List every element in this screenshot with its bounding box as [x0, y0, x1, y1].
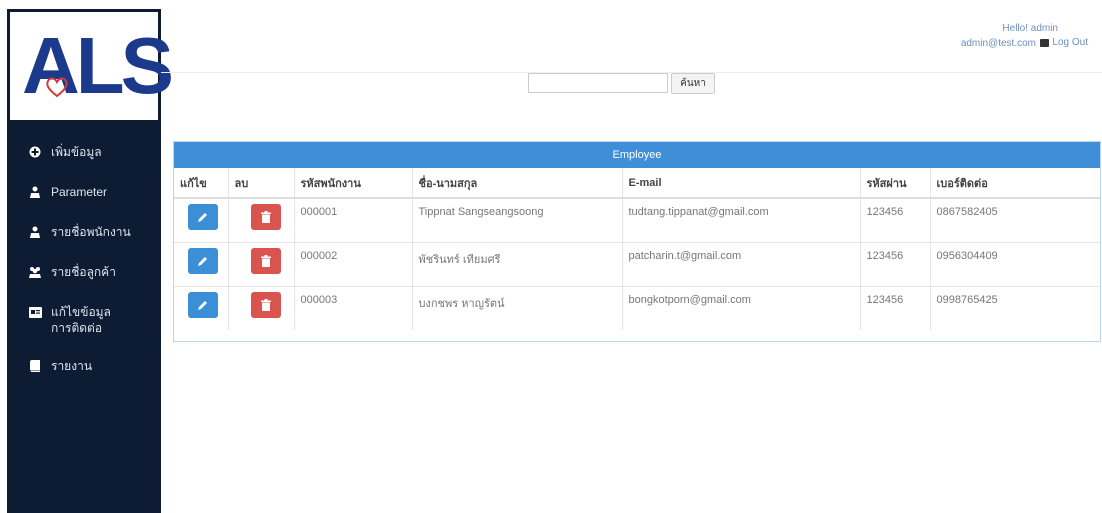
column-header-email: E-mail	[622, 168, 861, 199]
sidebar: ALS เพิ่มข้อมูล Parameter รายชื่อพนักงาน	[7, 9, 174, 513]
password-cell: 123456	[860, 197, 931, 242]
delete-cell	[228, 285, 295, 330]
phone-cell: 0956304409	[930, 241, 1100, 286]
edit-button[interactable]	[188, 291, 218, 318]
sidebar-item-label: แก้ไขข้อมูลการติดต่อ	[51, 305, 111, 335]
sidebar-item-edit-contact[interactable]: แก้ไขข้อมูลการติดต่อ	[7, 304, 161, 358]
sidebar-item-report[interactable]: รายงาน	[7, 358, 161, 398]
employee-panel: Employee แก้ไข ลบ รหัสพนักงาน ชื่อ-นามสก…	[173, 141, 1101, 342]
column-header-delete: ลบ	[228, 168, 295, 199]
heart-logo-icon	[46, 77, 68, 98]
sidebar-item-label: เพิ่มข้อมูล	[51, 145, 102, 159]
sidebar-item-label: รายชื่อพนักงาน	[51, 225, 131, 239]
sidebar-item-label: รายชื่อลูกค้า	[51, 265, 116, 279]
employee-table: แก้ไข ลบ รหัสพนักงาน ชื่อ-นามสกุล E-mail…	[174, 168, 1100, 330]
name-cell: Tippnat Sangseangsoong	[412, 197, 623, 242]
pencil-icon	[198, 256, 207, 266]
table-row: 000002 พัชรินทร์ เทียมศรี patcharin.t@gm…	[174, 241, 1100, 286]
panel-title: Employee	[174, 142, 1100, 168]
column-header-edit: แก้ไข	[174, 168, 229, 199]
password-cell: 123456	[860, 241, 931, 286]
email-cell: tudtang.tippanat@gmail.com	[622, 197, 861, 242]
edit-button[interactable]	[188, 204, 218, 230]
logout-icon	[1040, 38, 1050, 47]
column-header-password: รหัสผ่าน	[860, 168, 931, 199]
users-icon	[27, 265, 43, 279]
search-button[interactable]: ค้นหา	[671, 73, 715, 94]
employee-id-cell: 000003	[294, 285, 413, 330]
logout-link[interactable]: Log Out	[1040, 37, 1088, 48]
name-cell: พัชรินทร์ เทียมศรี	[412, 241, 623, 286]
table-row: 000003 บงกชพร หาญรัตน์ bongkotporn@gmail…	[174, 285, 1100, 330]
user-icon	[27, 225, 43, 239]
delete-button[interactable]	[250, 291, 281, 318]
edit-cell	[174, 285, 229, 330]
email-cell: bongkotporn@gmail.com	[622, 285, 861, 330]
edit-button[interactable]	[188, 247, 218, 274]
phone-cell: 0867582405	[930, 197, 1100, 242]
user-email: admin@test.com	[960, 38, 1036, 49]
pencil-icon	[198, 300, 207, 310]
delete-button[interactable]	[250, 204, 281, 230]
edit-cell	[174, 197, 229, 242]
table-row: 000001 Tippnat Sangseangsoong tudtang.ti…	[174, 197, 1100, 242]
sidebar-item-label: Parameter	[51, 185, 108, 199]
name-cell: บงกชพร หาญรัตน์	[412, 285, 623, 330]
user-icon	[27, 185, 43, 199]
sidebar-item-customers[interactable]: รายชื่อลูกค้า	[7, 264, 161, 304]
trash-icon	[260, 211, 271, 223]
table-header-row: แก้ไข ลบ รหัสพนักงาน ชื่อ-นามสกุล E-mail…	[174, 168, 1100, 199]
sidebar-menu: เพิ่มข้อมูล Parameter รายชื่อพนักงาน ราย…	[7, 144, 161, 398]
sidebar-item-label: รายงาน	[51, 359, 93, 373]
user-greeting: Hello! admin	[1002, 23, 1058, 34]
email-cell: patcharin.t@gmail.com	[622, 241, 861, 286]
book-icon	[27, 359, 43, 373]
sidebar-item-employees[interactable]: รายชื่อพนักงาน	[7, 224, 161, 264]
column-header-employee-id: รหัสพนักงาน	[294, 168, 413, 199]
logo[interactable]: ALS	[10, 12, 174, 120]
column-header-phone: เบอร์ติดต่อ	[930, 168, 1100, 199]
password-cell: 123456	[860, 285, 931, 330]
logout-label: Log Out	[1052, 37, 1088, 48]
edit-cell	[174, 241, 229, 286]
delete-cell	[228, 197, 295, 242]
search-input[interactable]	[528, 73, 668, 93]
id-card-icon	[27, 305, 43, 319]
employee-id-cell: 000002	[294, 241, 413, 286]
sidebar-item-parameter[interactable]: Parameter	[7, 184, 161, 224]
trash-icon	[260, 254, 271, 267]
plus-circle-icon	[27, 145, 43, 159]
employee-id-cell: 000001	[294, 197, 413, 242]
column-header-name: ชื่อ-นามสกุล	[412, 168, 623, 199]
pencil-icon	[198, 213, 207, 222]
sidebar-item-add-data[interactable]: เพิ่มข้อมูล	[7, 144, 161, 184]
phone-cell: 0998765425	[930, 285, 1100, 330]
trash-icon	[260, 298, 271, 311]
delete-button[interactable]	[250, 247, 281, 274]
delete-cell	[228, 241, 295, 286]
